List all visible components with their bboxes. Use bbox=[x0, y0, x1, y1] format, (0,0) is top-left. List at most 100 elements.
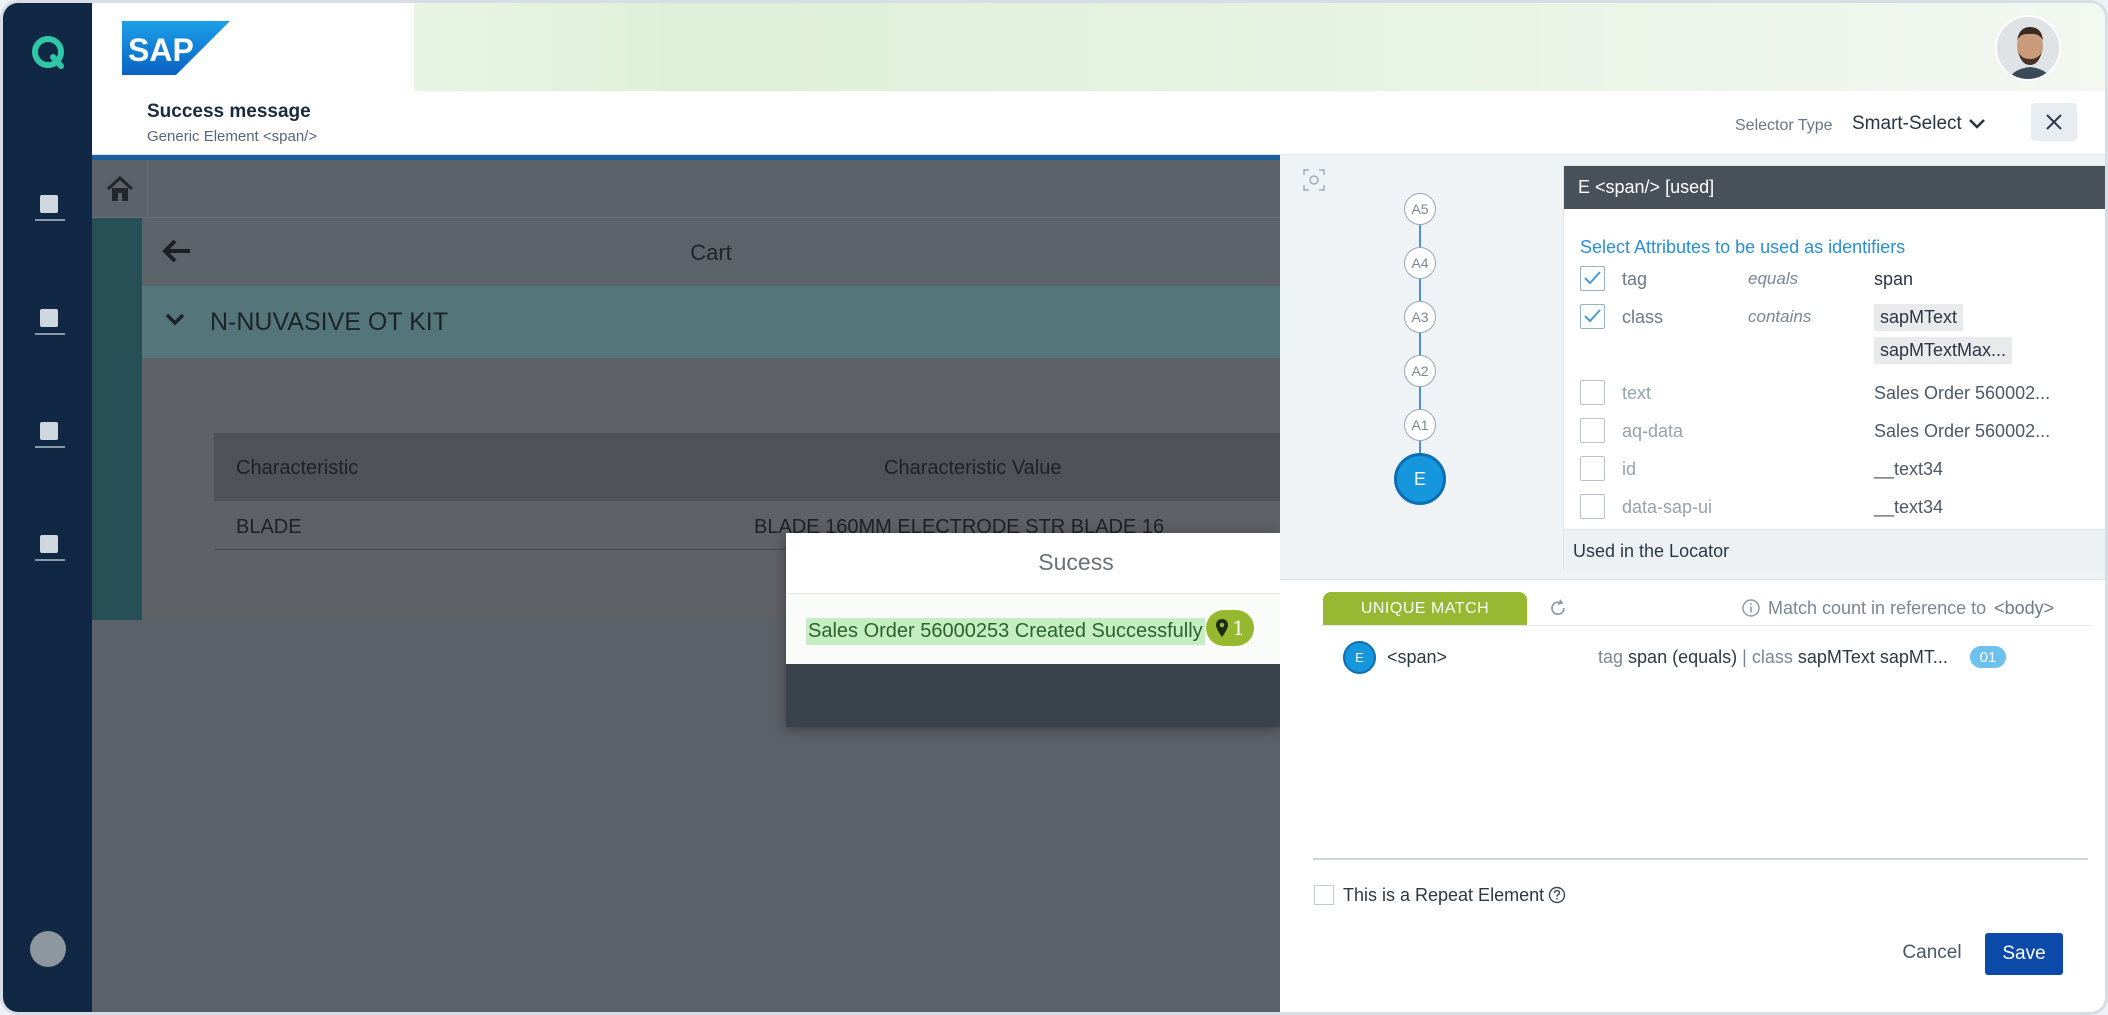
class-chip[interactable]: sapMTextMax... bbox=[1874, 337, 2013, 364]
dialog-title: Sucess bbox=[786, 533, 1280, 594]
attribute-name: tag bbox=[1622, 269, 1648, 289]
table-header-cell: Characteristic Value bbox=[884, 457, 1062, 479]
attribute-name: aq-data bbox=[1622, 421, 1684, 441]
save-button[interactable]: Save bbox=[1985, 933, 2063, 975]
chevron-down-icon bbox=[165, 313, 185, 326]
preview-toolbar bbox=[92, 160, 1280, 218]
attribute-value: __text34 bbox=[1874, 459, 1944, 479]
table-header-cell: Characteristic bbox=[236, 457, 359, 479]
selector-panel: A5 A4 A3 A2 A1 E E <span/> [used] Select… bbox=[1280, 155, 2105, 1012]
nav-item-2-icon[interactable] bbox=[35, 307, 65, 337]
result-desc-separator: | bbox=[1742, 647, 1747, 667]
attribute-value: span bbox=[1874, 269, 1914, 289]
result-tag: <span> bbox=[1387, 647, 1448, 667]
table-header: Characteristic Characteristic Value bbox=[214, 433, 1280, 501]
profile-circle-icon[interactable] bbox=[30, 931, 66, 967]
unique-match-badge: UNIQUE MATCH bbox=[1323, 592, 1527, 625]
cart-title: Cart bbox=[690, 240, 732, 265]
close-icon bbox=[2046, 114, 2062, 130]
attribute-value: Sales Order 560002... bbox=[1874, 421, 2051, 441]
attributes-card: E <span/> [used] Select Attributes to be… bbox=[1563, 165, 2105, 572]
match-reference-value[interactable]: <body> bbox=[1994, 598, 2054, 618]
attribute-operator[interactable]: contains bbox=[1748, 307, 1811, 327]
selected-element-badge[interactable]: 1 bbox=[1206, 610, 1254, 646]
success-message-text[interactable]: Sales Order 56000253 Created Successfull… bbox=[806, 618, 1205, 645]
selector-type-value: Smart-Select bbox=[1852, 113, 1962, 134]
dom-tree-area: A5 A4 A3 A2 A1 E E <span/> [used] Select… bbox=[1280, 155, 2105, 580]
tree-node-a1[interactable]: A1 bbox=[1404, 409, 1436, 441]
repeat-element-checkbox[interactable] bbox=[1314, 885, 1334, 905]
cancel-button[interactable]: Cancel bbox=[1892, 933, 1972, 973]
tree-node-a4[interactable]: A4 bbox=[1404, 247, 1436, 279]
attribute-checkbox[interactable] bbox=[1580, 304, 1605, 329]
attribute-operator[interactable]: equals bbox=[1748, 269, 1798, 289]
svg-text:SAP: SAP bbox=[128, 32, 194, 68]
footer-divider bbox=[1313, 858, 2088, 860]
result-count-badge: 01 bbox=[1970, 646, 2006, 668]
success-dialog: Sucess Sales Order 56000253 Created Succ… bbox=[786, 533, 1280, 727]
used-in-locator-label: Used in the Locator bbox=[1564, 529, 2105, 572]
attribute-name: class bbox=[1622, 307, 1664, 327]
qyrus-logo-icon[interactable] bbox=[29, 33, 67, 71]
table-cell: BLADE bbox=[236, 516, 302, 538]
refresh-icon[interactable] bbox=[1548, 598, 1568, 618]
user-avatar[interactable] bbox=[1995, 15, 2061, 81]
attribute-row-data-sap-ui: data-sap-ui __text34 bbox=[1564, 494, 2105, 526]
result-desc-prefix-class: class bbox=[1751, 647, 1793, 667]
match-result-row[interactable]: E <span> tag span (equals) | class sapMT… bbox=[1343, 641, 2093, 677]
editor-title-bar: Success message Generic Element <span/> … bbox=[92, 91, 2105, 155]
checkmark-icon bbox=[1584, 271, 1601, 285]
attribute-row-class-extra: sapMTextMax... bbox=[1564, 337, 2105, 369]
tree-node-a2[interactable]: A2 bbox=[1404, 355, 1436, 387]
attribute-row-text: text Sales Order 560002... bbox=[1564, 380, 2105, 412]
attribute-name: text bbox=[1622, 383, 1652, 403]
attribute-checkbox[interactable] bbox=[1580, 494, 1605, 519]
selector-type-dropdown[interactable]: Smart-Select bbox=[1852, 113, 1986, 135]
close-button[interactable] bbox=[2031, 103, 2077, 141]
tree-node-selected[interactable]: E bbox=[1394, 453, 1446, 505]
attribute-name: id bbox=[1622, 459, 1637, 479]
result-desc-prefix-tag: tag bbox=[1598, 647, 1624, 667]
sap-logo: SAP ® bbox=[122, 21, 230, 75]
home-button[interactable] bbox=[92, 160, 148, 218]
nav-item-3-icon[interactable] bbox=[35, 420, 65, 450]
preview-cart-bar: Cart bbox=[142, 218, 1280, 286]
dialog-footer bbox=[786, 664, 1280, 727]
attributes-hint: Select Attributes to be used as identifi… bbox=[1580, 237, 1906, 257]
focus-target-icon[interactable] bbox=[1303, 169, 1325, 191]
badge-count: 1 bbox=[1232, 616, 1245, 640]
map-pin-icon bbox=[1216, 619, 1229, 637]
attribute-checkbox[interactable] bbox=[1580, 418, 1605, 443]
chevron-down-icon bbox=[1968, 119, 1985, 129]
attributes-card-header: E <span/> [used] bbox=[1564, 166, 2105, 209]
element-title: Success message bbox=[147, 101, 311, 122]
selector-type-label: Selector Type bbox=[1735, 117, 1833, 134]
match-status-row: UNIQUE MATCH Match count in reference to… bbox=[1323, 592, 2093, 628]
class-chip[interactable]: sapMText bbox=[1874, 304, 1964, 331]
match-divider bbox=[1323, 625, 2093, 626]
left-nav-rail bbox=[3, 3, 92, 1012]
brand-area: SAP ® bbox=[92, 3, 414, 91]
result-description: tag span (equals) | class sapMText sapMT… bbox=[1598, 647, 1948, 668]
svg-text:®: ® bbox=[188, 64, 194, 73]
info-icon bbox=[1742, 599, 1760, 617]
nav-item-4-icon[interactable] bbox=[35, 533, 65, 563]
help-icon[interactable] bbox=[1548, 886, 1566, 904]
attribute-name: data-sap-ui bbox=[1622, 497, 1713, 517]
attribute-row-id: id __text34 bbox=[1564, 456, 2105, 488]
tree-node-a3[interactable]: A3 bbox=[1404, 301, 1436, 333]
attribute-checkbox[interactable] bbox=[1580, 380, 1605, 405]
attribute-row-class: class contains sapMText bbox=[1564, 304, 2105, 336]
nav-item-1-icon[interactable] bbox=[35, 193, 65, 223]
kit-panel-header[interactable]: N-NUVASIVE OT KIT bbox=[142, 286, 1280, 358]
attribute-value: __text34 bbox=[1874, 497, 1944, 517]
match-reference: Match count in reference to <body> bbox=[1768, 598, 2054, 619]
result-desc-value-tag: span (equals) bbox=[1628, 647, 1738, 667]
attribute-checkbox[interactable] bbox=[1580, 456, 1605, 481]
result-desc-value-class: sapMText sapMT... bbox=[1797, 647, 1948, 667]
tree-node-a5[interactable]: A5 bbox=[1404, 193, 1436, 225]
repeat-element-label: This is a Repeat Element bbox=[1343, 885, 1545, 905]
result-node-icon: E bbox=[1343, 641, 1376, 674]
attribute-row-aq-data: aq-data Sales Order 560002... bbox=[1564, 418, 2105, 450]
attribute-checkbox[interactable] bbox=[1580, 266, 1605, 291]
